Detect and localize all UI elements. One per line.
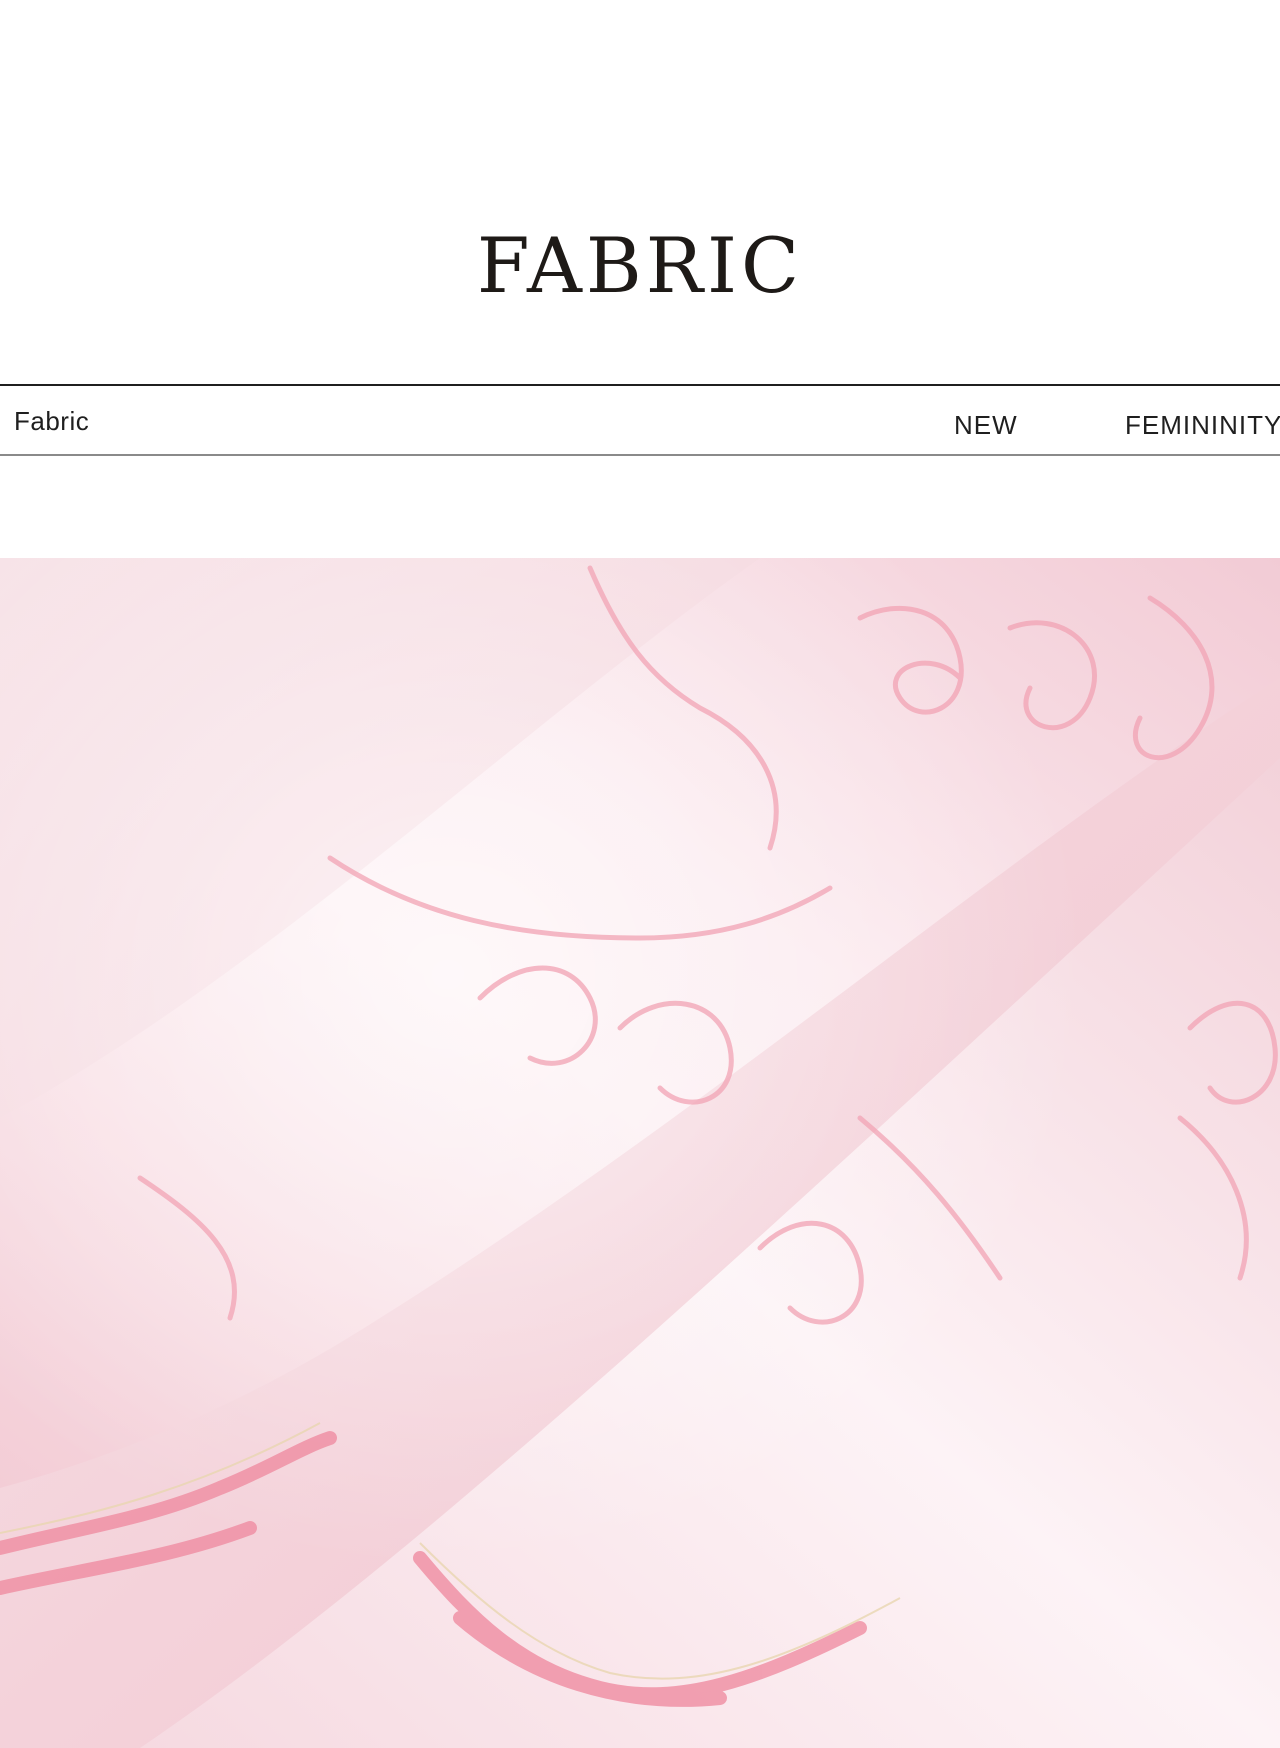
divider-top [0, 384, 1280, 386]
fabric-light [0, 558, 1280, 1748]
divider-bottom [0, 454, 1280, 456]
page-title: FABRIC [476, 221, 804, 310]
product-detail-page: FABRIC Fabric NEW FEMININITY [0, 0, 1280, 1748]
tag-new: NEW [954, 410, 1018, 440]
tag-femininity: FEMININITY [1125, 410, 1280, 440]
fabric-photo [0, 558, 1280, 1748]
fabric-illustration [0, 558, 1280, 1748]
section-label: Fabric [14, 406, 90, 436]
